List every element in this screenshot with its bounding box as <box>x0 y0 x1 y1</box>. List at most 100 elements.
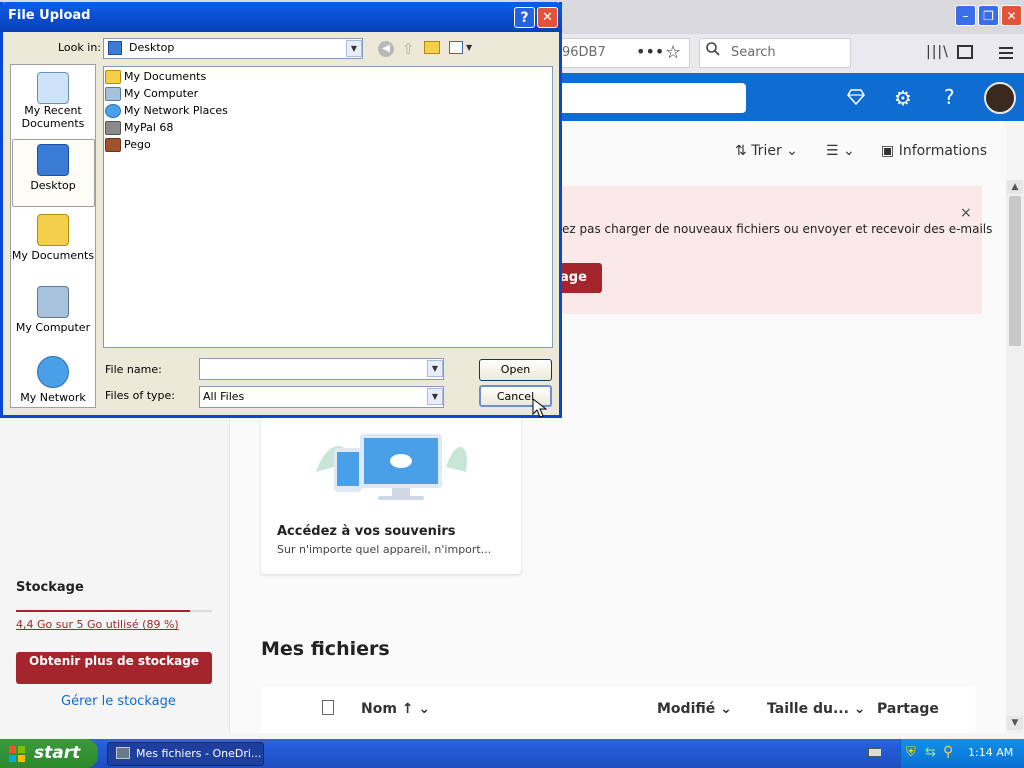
sort-icon: ⇅ <box>735 143 747 159</box>
app-icon <box>105 138 121 152</box>
list-item[interactable]: MyPal 68 <box>105 119 173 136</box>
security-shield-icon[interactable]: ⛨ <box>906 745 916 760</box>
page-actions-icon[interactable]: ••• <box>636 42 664 61</box>
place-label: My Recent Documents <box>21 104 85 130</box>
look-in-label: Look in: <box>58 41 101 54</box>
files-of-type-label: Files of type: <box>105 389 176 402</box>
file-name-label: File name: <box>105 363 162 376</box>
storage-warning-banner <box>560 186 982 314</box>
file-name-dropdown-icon[interactable]: ▼ <box>427 360 443 377</box>
list-item[interactable]: My Network Places <box>105 102 228 119</box>
storage-usage-link[interactable]: 4,4 Go sur 5 Go utilisé (89 %) <box>16 618 179 631</box>
search-tray-icon[interactable]: ⚲ <box>943 744 953 760</box>
my-documents-folder-icon <box>37 214 69 246</box>
info-panel-icon: ▣ <box>881 143 895 159</box>
file-name: My Documents <box>124 70 207 83</box>
column-header-sharing[interactable]: Partage <box>877 701 939 717</box>
get-more-storage-button[interactable]: Obtenir plus de stockage <box>16 652 212 684</box>
my-computer-icon <box>37 286 69 318</box>
column-sharing-label: Partage <box>877 701 939 717</box>
banner-action-label: age <box>560 270 587 285</box>
avatar[interactable] <box>984 82 1016 114</box>
up-folder-icon[interactable]: ⇧ <box>402 40 415 58</box>
list-item[interactable]: Pego <box>105 136 151 153</box>
column-header-modified[interactable]: Modifié ⌄ <box>657 701 732 717</box>
dialog-help-button[interactable]: ? <box>514 7 535 28</box>
help-icon[interactable]: ? <box>944 85 955 109</box>
scrollbar-thumb[interactable] <box>1009 196 1021 346</box>
place-desktop[interactable]: Desktop <box>10 144 96 192</box>
column-modified-label: Modifié <box>657 701 716 717</box>
shortcut-icon <box>105 121 121 135</box>
column-size-label: Taille du... <box>767 701 849 717</box>
keyboard-icon[interactable] <box>868 748 882 757</box>
banner-close-icon[interactable]: × <box>960 205 972 221</box>
column-header-name[interactable]: Nom ↑ ⌄ <box>361 701 430 717</box>
storage-progress-fill <box>16 610 191 612</box>
place-my-documents[interactable]: My Documents <box>10 214 96 262</box>
taskbar-item-label: Mes fichiers - OneDri... <box>136 747 262 760</box>
url-text: 96DB7 <box>562 45 606 60</box>
search-placeholder: Search <box>731 45 776 60</box>
mouse-cursor-icon <box>532 398 548 418</box>
file-name: My Network Places <box>124 104 228 117</box>
new-folder-icon[interactable] <box>424 41 440 54</box>
place-label: My Network <box>20 391 86 404</box>
my-files-heading: Mes fichiers <box>261 638 390 660</box>
info-label: Informations <box>898 143 988 159</box>
place-my-computer[interactable]: My Computer <box>10 286 96 334</box>
chevron-down-icon: ⌄ <box>853 701 866 717</box>
files-of-type-dropdown-icon[interactable]: ▼ <box>427 388 443 405</box>
folder-icon <box>105 70 121 84</box>
chevron-down-icon: ⌄ <box>843 143 855 159</box>
clock: 1:14 AM <box>968 746 1014 759</box>
scroll-up-icon[interactable]: ▲ <box>1007 180 1023 194</box>
list-item[interactable]: My Computer <box>105 85 198 102</box>
place-label: My Computer <box>15 321 91 334</box>
chevron-down-icon[interactable]: ▼ <box>466 43 472 52</box>
files-of-type-value: All Files <box>203 390 245 403</box>
window-close-button[interactable]: ✕ <box>1001 5 1022 26</box>
sort-button[interactable]: ⇅ Trier ⌄ <box>735 143 798 159</box>
storage-heading: Stockage <box>16 580 84 595</box>
back-arrow-icon[interactable]: ◀ <box>378 41 394 57</box>
file-name-input[interactable] <box>199 358 444 380</box>
list-item[interactable]: My Documents <box>105 68 206 85</box>
chevron-down-icon: ⌄ <box>720 701 732 717</box>
banner-action-button[interactable]: age <box>560 263 602 293</box>
hamburger-menu-icon[interactable] <box>999 44 1013 62</box>
computer-icon <box>105 87 121 101</box>
sidebar-toggle-icon[interactable] <box>957 45 973 59</box>
place-label: My Documents <box>11 249 95 262</box>
file-name: Pego <box>124 138 151 151</box>
banner-message: ez pas charger de nouveaux fichiers ou e… <box>562 222 993 236</box>
browser-window-icon <box>116 747 130 759</box>
look-in-dropdown-icon[interactable]: ▼ <box>346 40 362 57</box>
place-my-recent-documents[interactable]: My Recent Documents <box>10 72 96 130</box>
minimize-button[interactable]: – <box>955 5 976 26</box>
network-places-icon <box>105 104 121 118</box>
library-icon[interactable]: |||\ <box>926 44 949 60</box>
views-menu-icon[interactable] <box>449 41 463 54</box>
premium-diamond-icon[interactable] <box>847 88 865 106</box>
info-button[interactable]: ▣ Informations <box>881 143 987 159</box>
sort-label: Trier <box>751 143 782 159</box>
onedrive-search-input[interactable] <box>560 83 746 113</box>
column-header-size[interactable]: Taille du... ⌄ <box>767 701 866 717</box>
card-title: Accédez à vos souvenirs <box>277 524 456 539</box>
file-type-icon <box>322 700 334 715</box>
chevron-down-icon: ⌄ <box>786 143 798 159</box>
restore-button[interactable]: ❐ <box>978 5 999 26</box>
place-my-network[interactable]: My Network <box>10 356 96 404</box>
bookmark-star-icon[interactable]: ☆ <box>665 42 681 63</box>
view-options-button[interactable]: ☰ ⌄ <box>826 143 855 159</box>
start-label: start <box>34 743 81 763</box>
desktop-icon <box>108 41 122 55</box>
scroll-down-icon[interactable]: ▼ <box>1007 716 1023 730</box>
dialog-close-button[interactable]: ✕ <box>537 7 558 28</box>
manage-storage-link[interactable]: Gérer le stockage <box>61 694 176 709</box>
open-button[interactable]: Open <box>479 359 552 381</box>
network-icon[interactable]: ⇆ <box>925 745 936 760</box>
desktop-icon <box>37 144 69 176</box>
settings-gear-icon[interactable]: ⚙ <box>894 86 912 110</box>
